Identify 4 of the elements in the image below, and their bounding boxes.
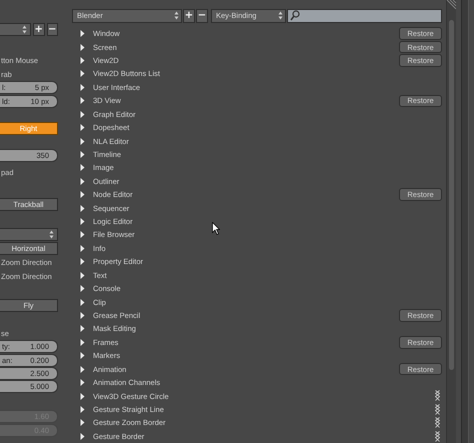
remove-button[interactable]: − bbox=[46, 22, 58, 36]
add-button[interactable]: + bbox=[33, 22, 44, 36]
remove-button[interactable]: − bbox=[196, 9, 208, 23]
add-button[interactable]: + bbox=[183, 9, 195, 23]
